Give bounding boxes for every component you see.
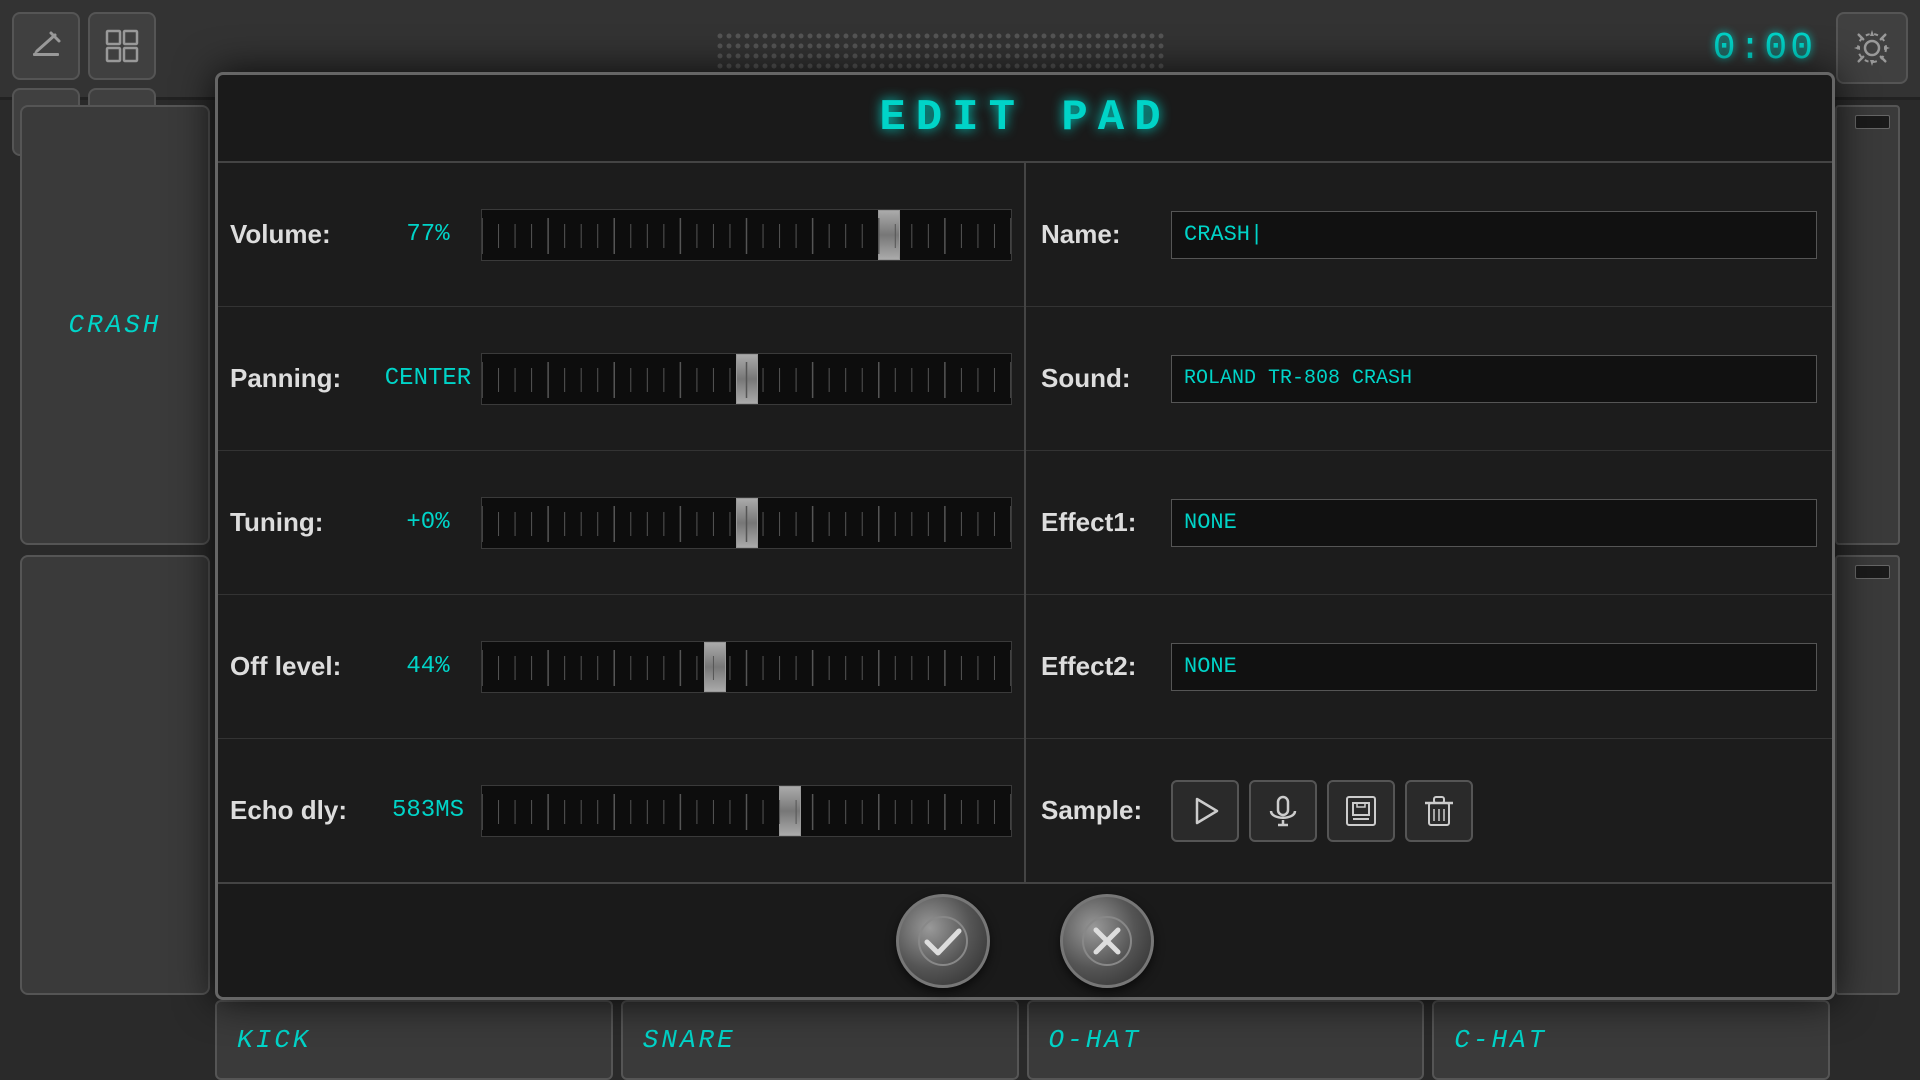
edit-icon-button[interactable] <box>12 12 80 80</box>
panning-row: Panning: CENTER <box>218 307 1024 451</box>
mini-indicator-top <box>1855 115 1890 129</box>
panning-fader-handle[interactable] <box>736 354 758 404</box>
panning-label: Panning: <box>230 363 375 394</box>
pencil-icon <box>27 27 65 65</box>
speaker-grill: // rendered below <box>710 28 1210 77</box>
effect2-value-field[interactable]: NONE <box>1171 643 1817 691</box>
echo-dly-value: 583MS <box>383 797 473 824</box>
tuning-row: Tuning: +0% <box>218 451 1024 595</box>
bottom-pads: KICK SNARE O-HAT C-HAT <box>215 1000 1830 1080</box>
microphone-icon <box>1265 793 1301 829</box>
echo-dly-fader-handle[interactable] <box>779 786 801 836</box>
echo-dly-row: Echo dly: 583MS <box>218 739 1024 882</box>
volume-slider[interactable]: /* ticks via JS */ <box>481 209 1012 261</box>
sound-label: Sound: <box>1041 363 1161 394</box>
timer-display: 0:00 <box>1713 27 1816 70</box>
sample-play-button[interactable] <box>1171 780 1239 842</box>
crash-pad-label: CRASH <box>68 310 161 340</box>
chat-pad[interactable]: C-HAT <box>1432 1000 1830 1080</box>
volume-ticks: /* ticks via JS */ <box>482 210 1011 261</box>
sound-value: ROLAND TR-808 CRASH <box>1184 367 1412 390</box>
right-side-controls <box>1835 105 1900 995</box>
ohat-pad[interactable]: O-HAT <box>1027 1000 1425 1080</box>
modal-header: EDIT PAD <box>218 75 1832 163</box>
sample-delete-button[interactable] <box>1405 780 1473 842</box>
volume-row: Volume: 77% /* ticks via JS */ <box>218 163 1024 307</box>
snare-label: SNARE <box>643 1025 736 1055</box>
gear-icon <box>1850 26 1894 70</box>
effect1-label: Effect1: <box>1041 507 1161 538</box>
tuning-fader-handle[interactable] <box>736 498 758 548</box>
chat-label: C-HAT <box>1454 1025 1547 1055</box>
right-top-indicator[interactable] <box>1835 105 1900 545</box>
grid-icon-button[interactable] <box>88 12 156 80</box>
name-value-field[interactable]: CRASH | <box>1171 211 1817 259</box>
x-icon <box>1081 915 1133 967</box>
effect2-row: Effect2: NONE <box>1026 595 1832 739</box>
play-sample-icon <box>1187 793 1223 829</box>
grid-icon <box>103 27 141 65</box>
sound-row: Sound: ROLAND TR-808 CRASH <box>1026 307 1832 451</box>
name-label: Name: <box>1041 219 1161 250</box>
modal-footer <box>218 882 1832 997</box>
off-level-fader-handle[interactable] <box>704 642 726 692</box>
echo-dly-label: Echo dly: <box>230 795 375 826</box>
edit-pad-modal: EDIT PAD Volume: 77% /* ticks via JS */ <box>215 72 1835 1000</box>
echo-dly-slider[interactable] <box>481 785 1012 837</box>
sample-record-button[interactable] <box>1249 780 1317 842</box>
name-row: Name: CRASH | <box>1026 163 1832 307</box>
tuning-value: +0% <box>383 509 473 536</box>
kick-pad[interactable]: KICK <box>215 1000 613 1080</box>
volume-fader-handle[interactable] <box>878 210 900 260</box>
volume-label: Volume: <box>230 219 375 250</box>
import-icon <box>1343 793 1379 829</box>
modal-title: EDIT PAD <box>879 93 1170 143</box>
off-level-label: Off level: <box>230 651 375 682</box>
effect1-value: NONE <box>1184 510 1237 535</box>
effect2-value: NONE <box>1184 654 1237 679</box>
mini-indicator-bottom <box>1855 565 1890 579</box>
snare-pad[interactable]: SNARE <box>621 1000 1019 1080</box>
right-params-col: Name: CRASH | Sound: ROLAND TR-808 CRASH… <box>1026 163 1832 882</box>
sample-buttons <box>1171 780 1473 842</box>
ohat-label: O-HAT <box>1049 1025 1142 1055</box>
trash-icon <box>1421 793 1457 829</box>
tuning-label: Tuning: <box>230 507 375 538</box>
effect1-value-field[interactable]: NONE <box>1171 499 1817 547</box>
left-params-col: Volume: 77% /* ticks via JS */ Panning: … <box>218 163 1026 882</box>
off-level-slider[interactable] <box>481 641 1012 693</box>
check-icon <box>917 915 969 967</box>
sample-row: Sample: <box>1026 739 1832 882</box>
modal-body: Volume: 77% /* ticks via JS */ Panning: … <box>218 163 1832 882</box>
tuning-slider[interactable] <box>481 497 1012 549</box>
off-level-row: Off level: 44% <box>218 595 1024 739</box>
effect2-label: Effect2: <box>1041 651 1161 682</box>
confirm-button[interactable] <box>896 894 990 988</box>
gear-icon-button[interactable] <box>1836 12 1908 84</box>
volume-value: 77% <box>383 221 473 248</box>
name-value: CRASH <box>1184 222 1250 247</box>
panning-value: CENTER <box>383 365 473 392</box>
left-side-pads: CRASH <box>20 105 210 995</box>
sample-label: Sample: <box>1041 795 1161 826</box>
crash-pad[interactable]: CRASH <box>20 105 210 545</box>
kick-label: KICK <box>237 1025 311 1055</box>
panning-slider[interactable] <box>481 353 1012 405</box>
off-level-value: 44% <box>383 653 473 680</box>
cursor-blink: | <box>1250 222 1263 247</box>
cancel-button[interactable] <box>1060 894 1154 988</box>
empty-pad[interactable] <box>20 555 210 995</box>
right-bottom-indicator[interactable] <box>1835 555 1900 995</box>
effect1-row: Effect1: NONE <box>1026 451 1832 595</box>
sound-value-field[interactable]: ROLAND TR-808 CRASH <box>1171 355 1817 403</box>
sample-import-button[interactable] <box>1327 780 1395 842</box>
